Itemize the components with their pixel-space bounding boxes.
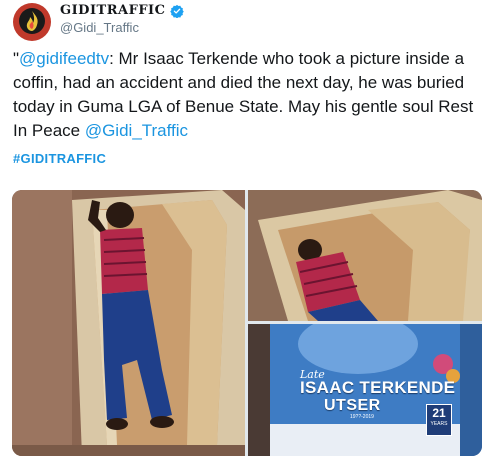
tweet-text: "@gidifeedtv: Mr Isaac Terkende who took… [13,47,483,143]
poster-text-overlay: Late ISAAC TERKENDE UTSER 19??-2019 21 Y… [248,324,482,456]
poster-age-badge: 21 YEARS [426,404,452,436]
photo-grid: Late ISAAC TERKENDE UTSER 19??-2019 21 Y… [12,190,482,456]
photo-funeral-poster[interactable]: Late ISAAC TERKENDE UTSER 19??-2019 21 Y… [248,324,482,456]
photo-coffin-close[interactable] [248,190,482,321]
display-name[interactable]: GIDITRAFFIC [60,3,166,18]
hashtag-link[interactable]: #GIDITRAFFIC [13,151,106,166]
mention-link-gidifeedtv[interactable]: @gidifeedtv [19,49,109,68]
flame-logo-icon [19,8,45,34]
author-name-row[interactable]: GIDITRAFFIC [60,3,184,18]
poster-years: 19??-2019 [350,414,374,420]
photo-coffin-full[interactable] [12,190,245,456]
coffin-photo-illustration [12,190,245,456]
mention-link-gidi-traffic[interactable]: @Gidi_Traffic [85,121,188,140]
poster-age-number: 21 [432,406,446,420]
poster-name-line2: UTSER [324,397,381,414]
poster-age-label: YEARS [430,421,448,427]
poster-name-line1: ISAAC TERKENDE [300,378,456,397]
coffin-close-illustration [248,190,482,321]
avatar[interactable] [13,3,51,41]
author-handle[interactable]: @Gidi_Traffic [60,20,139,35]
verified-badge-icon [169,4,184,18]
